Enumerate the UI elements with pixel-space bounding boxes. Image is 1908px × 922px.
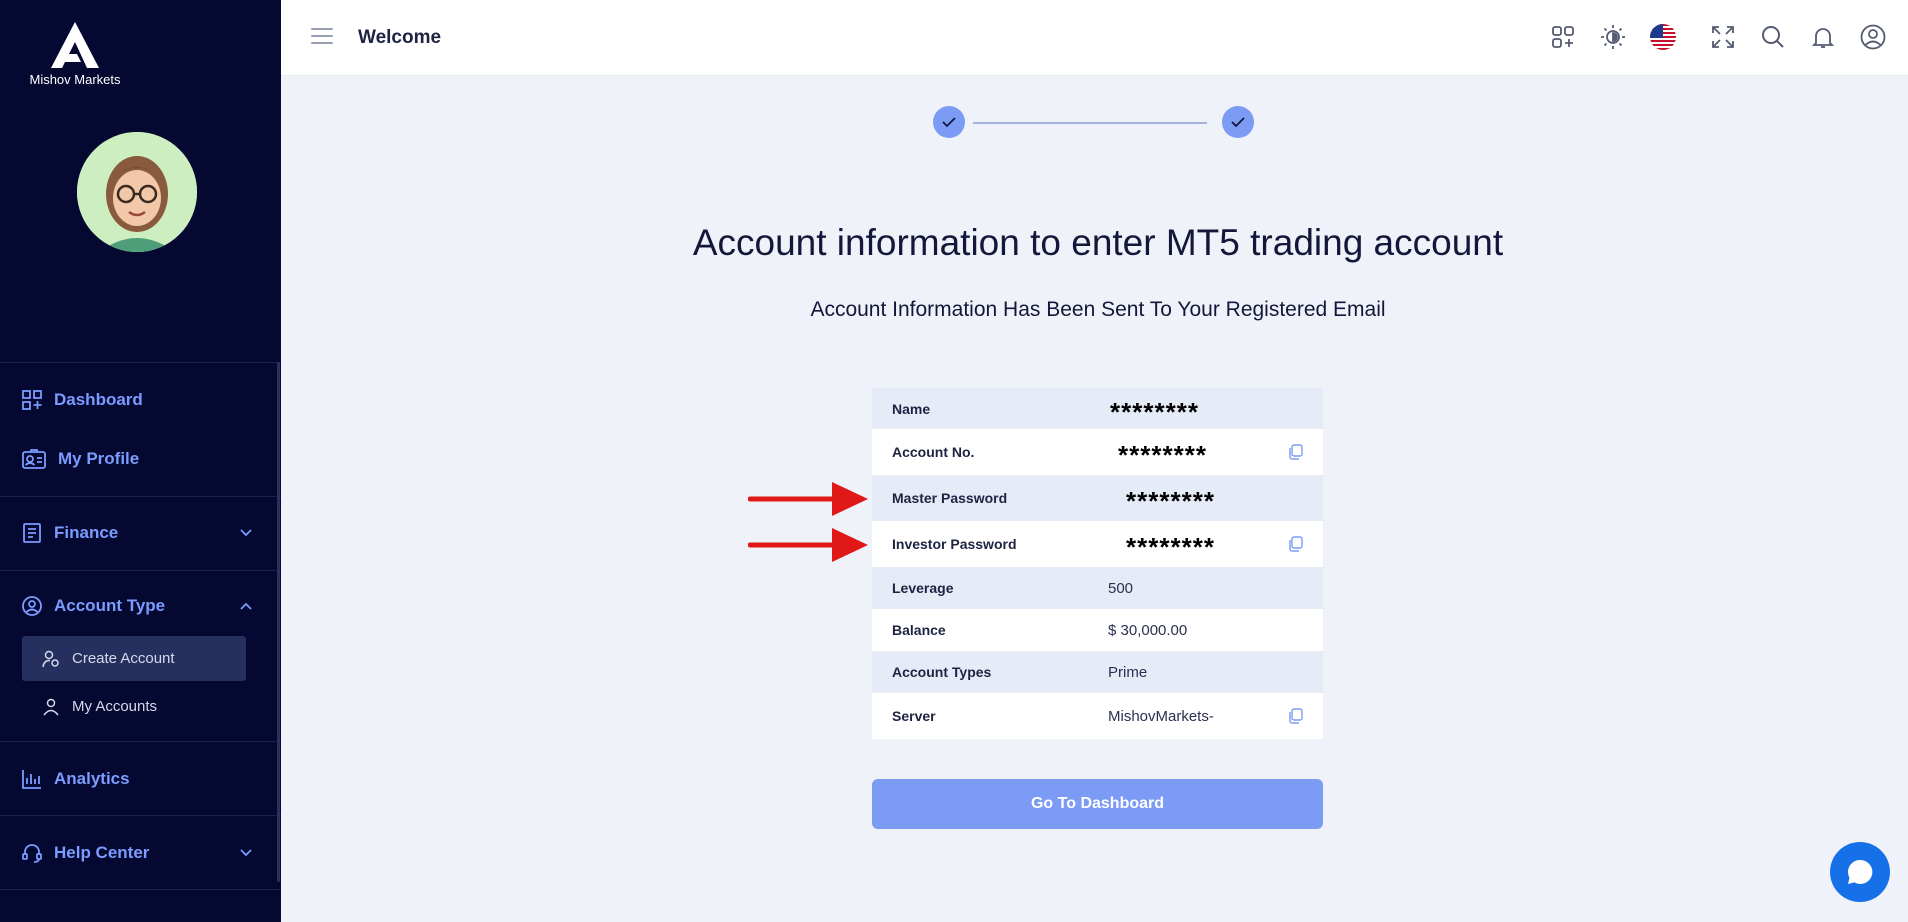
theme-toggle-icon[interactable] [1598, 22, 1628, 52]
table-row-name: Name ******** [872, 388, 1323, 429]
sidebar-item-label: Analytics [54, 769, 130, 788]
step-1-complete [933, 106, 965, 138]
user-circle-icon [20, 594, 44, 618]
sidebar-subitem-label: Create Account [72, 650, 175, 667]
table-row-leverage: Leverage 500 [872, 567, 1323, 609]
row-label: Name [892, 400, 931, 417]
copy-icon[interactable] [1287, 708, 1303, 724]
sidebar-scrollbar[interactable] [277, 362, 280, 882]
avatar-illustration [77, 132, 197, 252]
sidebar-divider [0, 496, 281, 497]
row-value-masked: ******** [1126, 532, 1215, 563]
table-row-account-types: Account Types Prime [872, 651, 1323, 693]
row-label: Leverage [892, 580, 954, 596]
sidebar-divider [0, 741, 281, 742]
sidebar-item-analytics[interactable]: Analytics [20, 767, 130, 791]
header-actions [1528, 22, 1888, 52]
copy-icon[interactable] [1287, 536, 1303, 552]
headset-icon [20, 841, 44, 865]
fullscreen-icon[interactable] [1708, 22, 1738, 52]
chat-bubble-icon [1848, 859, 1873, 884]
bell-icon[interactable] [1808, 22, 1838, 52]
row-value-masked: ******** [1118, 440, 1207, 471]
user-icon [42, 698, 60, 716]
row-value-masked: ******** [1110, 396, 1199, 427]
sidebar-item-label: My Profile [58, 449, 140, 468]
row-label: Balance [892, 622, 946, 638]
sidebar-subitem-create-account[interactable]: Create Account [22, 636, 246, 681]
sidebar-item-label: Help Center [54, 843, 150, 862]
table-row-master-password: Master Password ******** [872, 475, 1323, 521]
copy-icon[interactable] [1287, 444, 1303, 460]
table-row-server: Server MishovMarkets- [872, 693, 1323, 739]
account-info-table: Name ******** Account No. ******** Maste… [872, 388, 1323, 739]
sidebar-item-label: Finance [54, 523, 119, 542]
row-value: $ 30,000.00 [1108, 621, 1188, 639]
brand-name: Mishov Markets [29, 72, 121, 87]
chevron-up-icon [238, 598, 254, 614]
table-row-balance: Balance $ 30,000.00 [872, 609, 1323, 651]
apps-icon[interactable] [1548, 22, 1578, 52]
logo-icon [51, 22, 99, 68]
row-value: 500 [1108, 579, 1134, 597]
go-to-dashboard-button[interactable]: Go To Dashboard [872, 779, 1323, 829]
sidebar-subitem-label: My Accounts [72, 698, 158, 715]
row-value: Prime [1108, 663, 1148, 681]
bar-chart-icon [20, 767, 44, 791]
table-row-account-no: Account No. ******** [872, 429, 1323, 475]
sidebar-item-label: Dashboard [54, 390, 143, 409]
sidebar-divider [0, 570, 281, 571]
sidebar-item-account-type[interactable]: Account Type [20, 594, 252, 618]
sidebar-item-my-profile[interactable]: My Profile [20, 447, 139, 471]
sidebar-item-help-center[interactable]: Help Center [20, 841, 252, 865]
grid-icon [20, 388, 44, 412]
id-card-icon [20, 447, 48, 471]
row-label: Server [892, 708, 936, 724]
main-subtitle: Account Information Has Been Sent To You… [810, 298, 1386, 321]
row-value: MishovMarkets- [1108, 707, 1214, 725]
sidebar-divider [0, 889, 281, 890]
chevron-down-icon [238, 525, 254, 541]
red-arrow-icon [748, 528, 868, 562]
check-icon [942, 117, 956, 128]
brand-logo[interactable]: Mishov Markets [20, 22, 130, 87]
step-connector [973, 122, 1207, 124]
check-icon [1231, 117, 1245, 128]
chevron-down-icon [238, 845, 254, 861]
sidebar: Mishov Markets Dashboard My Profile Fina… [0, 0, 281, 922]
sidebar-item-label: Account Type [54, 596, 166, 615]
red-arrow-icon [748, 482, 868, 516]
search-icon[interactable] [1758, 22, 1788, 52]
document-icon [20, 521, 44, 545]
sidebar-item-finance[interactable]: Finance [20, 521, 252, 545]
sidebar-subitem-my-accounts[interactable]: My Accounts [22, 684, 246, 729]
avatar[interactable] [77, 132, 197, 252]
top-header: Welcome [281, 0, 1908, 76]
row-label: Account No. [892, 444, 975, 460]
main-title: Account information to enter MT5 trading… [692, 222, 1504, 263]
page-title: Welcome [358, 27, 442, 48]
row-label: Account Types [892, 664, 992, 680]
row-label: Investor Password [892, 536, 1017, 552]
menu-toggle-icon[interactable] [311, 28, 333, 46]
chat-button[interactable] [1830, 842, 1890, 902]
row-value-masked: ******** [1126, 486, 1215, 517]
sidebar-item-dashboard[interactable]: Dashboard [20, 388, 143, 412]
sidebar-divider [0, 362, 281, 363]
sidebar-divider [0, 815, 281, 816]
step-2-complete [1222, 106, 1254, 138]
table-row-investor-password: Investor Password ******** [872, 521, 1323, 567]
us-flag-icon[interactable] [1648, 22, 1678, 52]
row-label: Master Password [892, 490, 1008, 506]
user-account-icon[interactable] [1858, 22, 1888, 52]
user-settings-icon [42, 650, 60, 668]
